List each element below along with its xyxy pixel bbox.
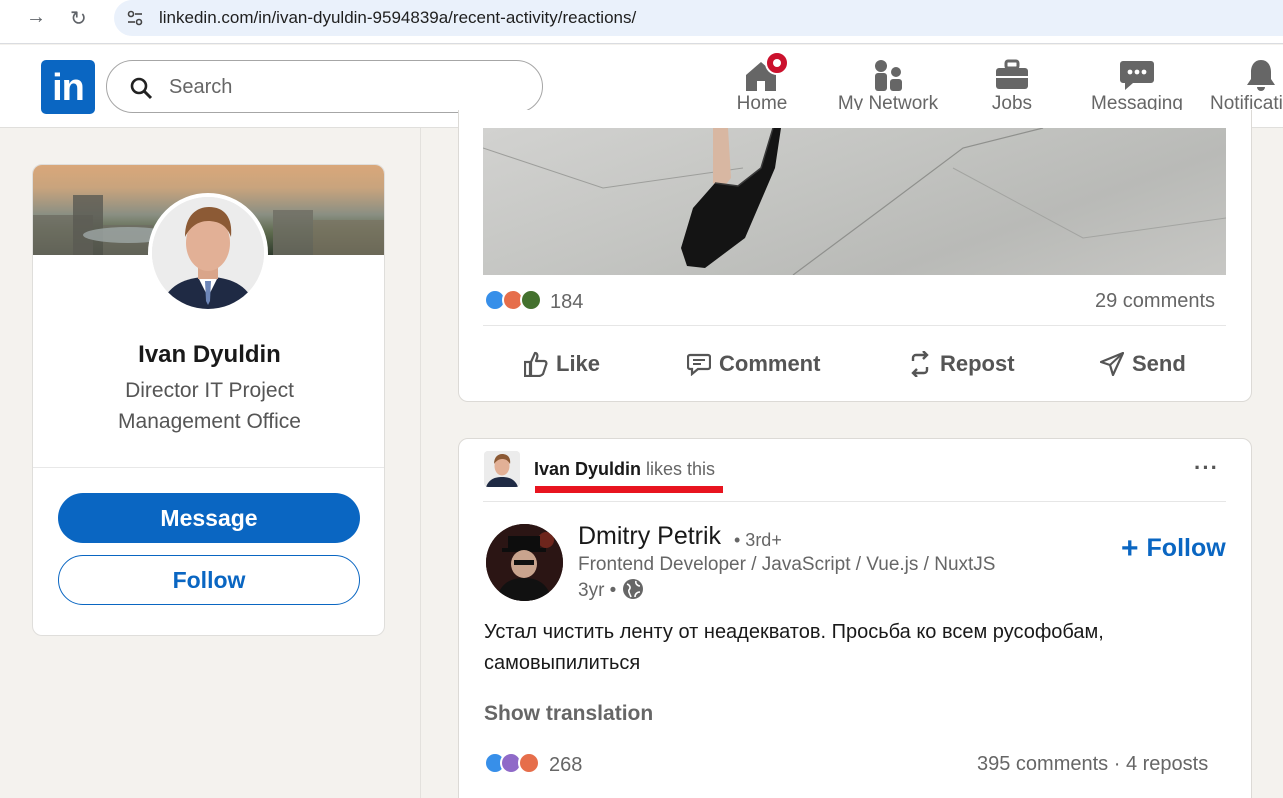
thumbs-up-icon bbox=[523, 352, 548, 378]
url-text: linkedin.com/in/ivan-dyuldin-9594839a/re… bbox=[159, 8, 637, 27]
liker-avatar[interactable] bbox=[484, 451, 520, 487]
messaging-icon bbox=[1090, 55, 1184, 93]
bell-icon bbox=[1210, 55, 1283, 93]
connection-degree: • 3rd+ bbox=[734, 530, 782, 550]
follow-button[interactable]: Follow bbox=[58, 555, 360, 605]
like-label: Like bbox=[556, 351, 601, 377]
profile-headline: Director IT Project Management Office bbox=[118, 379, 301, 433]
more-options-icon[interactable]: ··· bbox=[1194, 455, 1219, 481]
divider bbox=[483, 325, 1226, 326]
divider bbox=[483, 501, 1226, 502]
profile-avatar[interactable] bbox=[148, 193, 268, 313]
highlight-underline bbox=[535, 486, 723, 493]
author-follow-button[interactable]: + Follow bbox=[1121, 532, 1226, 566]
search-icon bbox=[130, 77, 153, 100]
plus-icon: + bbox=[1121, 532, 1139, 565]
send-button[interactable]: Send bbox=[1099, 350, 1186, 382]
comment-icon bbox=[686, 354, 712, 377]
comment-label: Comment bbox=[719, 351, 821, 377]
support-reaction-icon bbox=[520, 289, 542, 311]
search-input[interactable] bbox=[169, 71, 529, 103]
profile-name[interactable]: Ivan Dyuldin bbox=[33, 341, 384, 369]
profile-card: Ivan Dyuldin Director IT Project Managem… bbox=[32, 164, 385, 636]
comments-reposts-count[interactable]: 395 comments · 4 reposts bbox=[977, 753, 1208, 776]
divider bbox=[33, 467, 384, 468]
reactions-summary[interactable]: 268 bbox=[484, 752, 594, 778]
like-button[interactable]: Like bbox=[523, 350, 601, 382]
post-text: Устал чистить ленту от неадекватов. Прос… bbox=[484, 621, 1104, 674]
browser-toolbar: → ↻ linkedin.com/in/ivan-dyuldin-9594839… bbox=[0, 0, 1283, 44]
reaction-count: 268 bbox=[549, 754, 583, 776]
globe-icon bbox=[623, 579, 643, 599]
briefcase-icon bbox=[987, 55, 1037, 93]
comments-count[interactable]: 29 comments bbox=[1095, 290, 1215, 313]
send-label: Send bbox=[1132, 351, 1186, 377]
network-icon bbox=[834, 55, 942, 93]
notification-badge bbox=[765, 51, 789, 75]
comment-button[interactable]: Comment bbox=[686, 350, 821, 382]
send-icon bbox=[1099, 352, 1125, 377]
activity-suffix: likes this bbox=[646, 459, 716, 479]
author-name[interactable]: Dmitry Petrik bbox=[578, 522, 721, 551]
liker-name[interactable]: Ivan Dyuldin bbox=[534, 459, 641, 479]
forward-arrow-icon[interactable]: → bbox=[26, 6, 46, 29]
show-translation-button[interactable]: Show translation bbox=[484, 702, 653, 726]
home-icon bbox=[730, 51, 794, 93]
author-avatar[interactable] bbox=[486, 524, 563, 601]
search-box[interactable] bbox=[106, 60, 543, 113]
reaction-count: 184 bbox=[550, 291, 584, 313]
repost-button[interactable]: Repost bbox=[908, 350, 1015, 382]
post-time: 3yr • bbox=[578, 580, 617, 601]
activity-header: Ivan Dyuldin likes this bbox=[534, 459, 715, 480]
reactions-summary[interactable]: 184 bbox=[484, 289, 594, 315]
reload-icon[interactable]: ↻ bbox=[70, 6, 87, 31]
repost-icon bbox=[911, 350, 929, 379]
post-image[interactable] bbox=[483, 128, 1226, 275]
love-reaction-icon bbox=[518, 752, 540, 774]
address-bar[interactable]: linkedin.com/in/ivan-dyuldin-9594839a/re… bbox=[114, 0, 1283, 36]
author-follow-label: Follow bbox=[1146, 534, 1226, 562]
author-headline: Frontend Developer / JavaScript / Vue.js… bbox=[578, 554, 996, 575]
repost-label: Repost bbox=[940, 351, 1015, 377]
message-button[interactable]: Message bbox=[58, 493, 360, 543]
site-settings-icon[interactable] bbox=[126, 9, 144, 27]
linkedin-logo[interactable]: in bbox=[41, 60, 95, 114]
